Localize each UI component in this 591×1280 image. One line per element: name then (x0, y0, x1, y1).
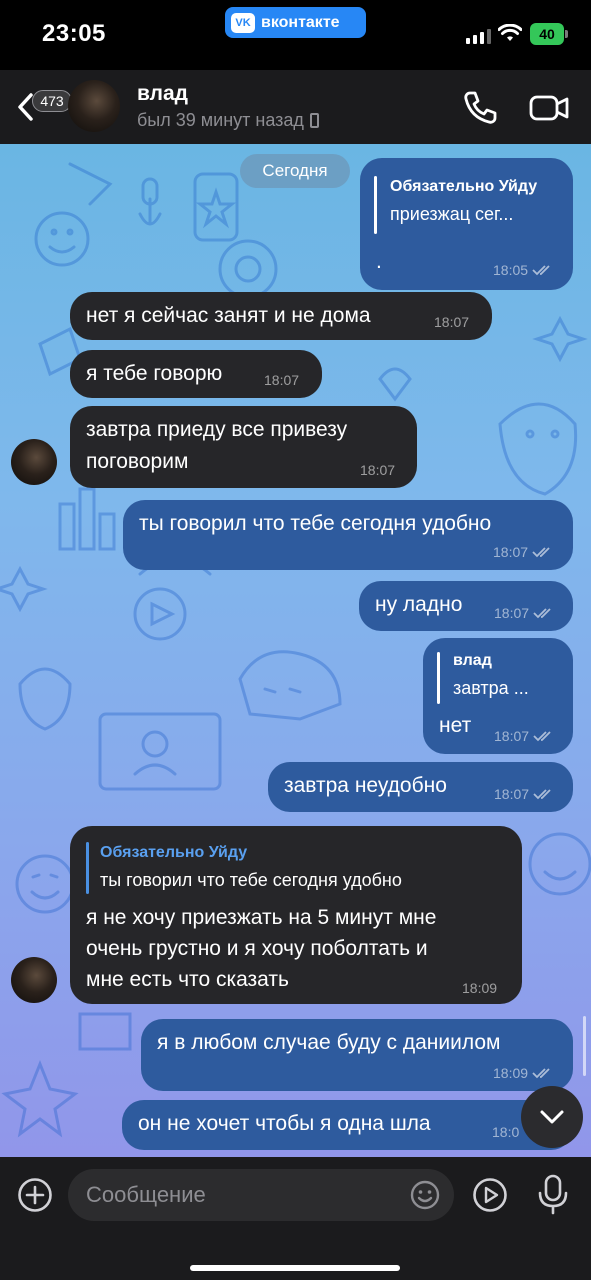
double-check-icon (532, 1068, 550, 1079)
reply-quote-bar (374, 176, 377, 234)
message-list[interactable]: Сегодня Обязательно Уйду приезжац сег...… (0, 144, 591, 1157)
battery-icon: 40 (530, 23, 568, 45)
scroll-to-bottom-button[interactable] (521, 1086, 583, 1148)
message-text-line: очень грустно и я хочу поболтать и (86, 937, 428, 960)
mobile-device-icon (309, 113, 319, 128)
message-outgoing[interactable]: завтра неудобно 18:07 (268, 762, 573, 812)
message-text: нет я сейчас занят и не дома (86, 304, 371, 327)
microphone-icon[interactable] (536, 1173, 570, 1215)
message-text: нет (439, 714, 472, 737)
message-outgoing[interactable]: влад завтра ... нет 18:07 (423, 638, 573, 754)
message-meta: 18:05 (493, 262, 554, 278)
double-check-icon (533, 731, 551, 742)
message-incoming[interactable]: Обязательно Уйду ты говорил что тебе сег… (70, 826, 522, 1004)
cellular-signal-icon (466, 28, 491, 44)
double-check-icon (532, 547, 550, 558)
vk-logo-icon: VK (231, 12, 255, 33)
sender-avatar[interactable] (11, 439, 57, 485)
message-text: я в любом случае буду с даниилом (157, 1031, 501, 1054)
message-meta: 18:07 (434, 314, 469, 330)
reply-text: завтра ... (453, 678, 529, 698)
chat-header: 473 влад был 39 минут назад (0, 70, 591, 144)
chevron-down-icon (540, 1110, 564, 1124)
message-text-line: завтра приеду все привезу (86, 418, 348, 441)
date-separator: Сегодня (240, 154, 350, 188)
home-indicator (190, 1265, 400, 1271)
message-outgoing[interactable]: Обязательно Уйду приезжац сег... . 18:05 (360, 158, 573, 290)
reply-quote-bar (86, 842, 89, 894)
sender-avatar[interactable] (11, 957, 57, 1003)
message-time: 18:07 (494, 605, 530, 621)
reply-sender: влад (453, 652, 492, 669)
message-field[interactable] (68, 1169, 454, 1221)
message-meta: 18:07 (494, 728, 555, 744)
message-time: 18:07 (493, 544, 529, 560)
double-check-icon (533, 608, 551, 619)
reply-sender: Обязательно Уйду (100, 844, 248, 861)
message-meta: 18:07 (494, 605, 555, 621)
double-check-icon (533, 789, 551, 800)
message-time: 18:07 (360, 462, 396, 478)
reply-quote-bar (437, 652, 440, 704)
unread-badge: 473 (32, 90, 72, 112)
message-time: 18:07 (264, 372, 300, 388)
message-time: 18:07 (494, 786, 530, 802)
message-meta: 18:09 (462, 980, 497, 996)
back-button[interactable]: 473 (14, 80, 72, 130)
message-text: он не хочет чтобы я одна шла (138, 1112, 431, 1135)
message-text: . (376, 250, 382, 273)
message-meta: 18:07 (494, 786, 555, 802)
message-text: я тебе говорю (86, 362, 223, 385)
message-time: 18:09 (462, 980, 498, 996)
reply-sender: Обязательно Уйду (390, 178, 538, 195)
message-meta: 18:09 (493, 1065, 554, 1081)
video-camera-icon[interactable] (528, 88, 570, 128)
back-chevron-icon (18, 93, 33, 121)
message-outgoing[interactable]: ну ладно 18:07 (359, 581, 573, 631)
message-outgoing[interactable]: я в любом случае буду с даниилом 18:09 (141, 1019, 573, 1091)
plus-icon[interactable] (17, 1177, 53, 1213)
message-text-line: поговорим (86, 450, 189, 473)
avatar[interactable] (68, 80, 120, 132)
message-meta: 18:07 (264, 372, 299, 388)
message-incoming[interactable]: нет я сейчас занят и не дома 18:07 (70, 292, 492, 340)
message-text-line: я не хочу приезжать на 5 минут мне (86, 906, 437, 929)
message-time: 18:07 (434, 314, 470, 330)
message-incoming[interactable]: завтра приеду все привезу поговорим 18:0… (70, 406, 417, 488)
emoji-icon[interactable] (409, 1179, 441, 1211)
message-time: 18:09 (493, 1065, 529, 1081)
stickers-icon[interactable] (472, 1177, 508, 1213)
battery-level: 40 (530, 23, 564, 45)
message-meta: 18:0 (492, 1124, 519, 1140)
message-text: завтра неудобно (284, 774, 447, 797)
message-time: 18:05 (493, 262, 529, 278)
composer (0, 1157, 591, 1280)
message-text: ну ладно (375, 593, 463, 616)
reply-text: приезжац сег... (390, 204, 514, 224)
reply-text: ты говорил что тебе сегодня удобно (100, 870, 402, 890)
last-seen-text: был 39 минут назад (137, 110, 304, 130)
app-pill[interactable]: VK вконтакте (225, 7, 366, 38)
message-meta: 18:07 (493, 544, 554, 560)
contact-name[interactable]: влад (137, 82, 188, 106)
message-text-line: мне есть что сказать (86, 968, 289, 991)
message-time: 18:07 (494, 728, 530, 744)
scrollbar[interactable] (583, 1016, 586, 1076)
message-text: ты говорил что тебе сегодня удобно (139, 512, 492, 535)
app-pill-label: вконтакте (261, 13, 340, 31)
message-input[interactable] (86, 1169, 386, 1221)
message-outgoing[interactable]: ты говорил что тебе сегодня удобно 18:07 (123, 500, 573, 570)
phone-icon[interactable] (460, 88, 500, 128)
status-bar: 23:05 VK вконтакте 40 (0, 0, 591, 70)
message-outgoing[interactable]: он не хочет чтобы я одна шла 18:0 (122, 1100, 573, 1150)
message-time: 18:0 (492, 1124, 520, 1140)
message-incoming[interactable]: я тебе говорю 18:07 (70, 350, 322, 398)
status-time: 23:05 (42, 20, 106, 47)
last-seen-status: был 39 минут назад (137, 110, 319, 131)
double-check-icon (532, 265, 550, 276)
wifi-icon (498, 24, 522, 41)
message-meta: 18:07 (360, 462, 395, 478)
